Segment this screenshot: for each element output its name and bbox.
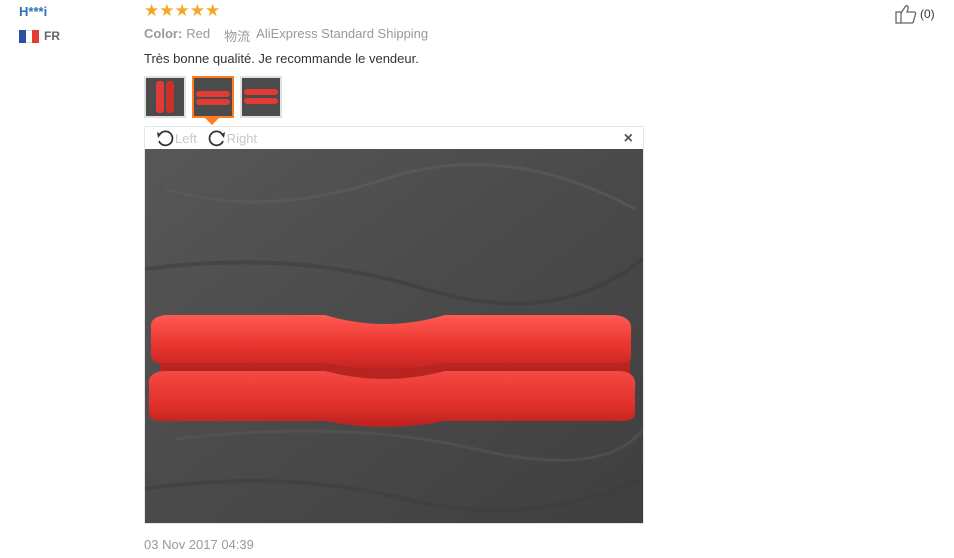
thumbnail-1[interactable] — [144, 76, 186, 118]
rotate-right-icon — [208, 130, 225, 147]
thumbnail-2[interactable] — [192, 76, 234, 118]
sku-info: Color: Red 物流 AliExpress Standard Shippi… — [144, 26, 428, 45]
review-item: H***i FR ★ ★ ★ ★ ★ Color: Red 物流 AliExpr… — [0, 0, 954, 558]
star-rating: ★ ★ ★ ★ ★ — [144, 1, 220, 21]
star-icon: ★ — [144, 1, 160, 20]
france-flag-icon — [19, 29, 40, 43]
rotate-left-button[interactable]: Left — [155, 128, 197, 148]
star-icon: ★ — [174, 1, 190, 20]
star-icon: ★ — [189, 1, 205, 20]
photo-viewer: Left Right × — [144, 126, 644, 524]
review-photo — [145, 149, 643, 523]
review-date: 03 Nov 2017 04:39 — [144, 537, 254, 552]
rotate-right-label: Right — [226, 130, 258, 146]
thumbnail-3[interactable] — [240, 76, 282, 118]
star-icon: ★ — [159, 1, 175, 20]
close-viewer-button[interactable]: × — [624, 131, 633, 147]
color-value: Red — [186, 26, 211, 41]
reviewer-country: FR — [19, 29, 60, 43]
helpful-count: (0) — [920, 7, 935, 21]
helpful-button[interactable]: (0) — [895, 4, 935, 24]
star-icon: ★ — [205, 1, 221, 20]
rotate-right-button[interactable]: Right — [207, 128, 257, 148]
photo-thumbnails — [144, 76, 288, 118]
color-label: Color: — [144, 26, 183, 41]
rotate-left-icon — [157, 130, 174, 147]
shipping-label: 物流 — [224, 29, 251, 44]
thumbs-up-icon — [895, 5, 917, 24]
review-text: Très bonne qualité. Je recommande le ven… — [144, 51, 419, 66]
viewer-toolbar: Left Right — [155, 127, 267, 149]
country-code: FR — [44, 29, 60, 43]
rotate-left-label: Left — [175, 130, 197, 146]
shipping-method: AliExpress Standard Shipping — [256, 26, 429, 41]
reviewer-name: H***i — [19, 4, 48, 19]
active-thumbnail-caret — [205, 118, 219, 125]
